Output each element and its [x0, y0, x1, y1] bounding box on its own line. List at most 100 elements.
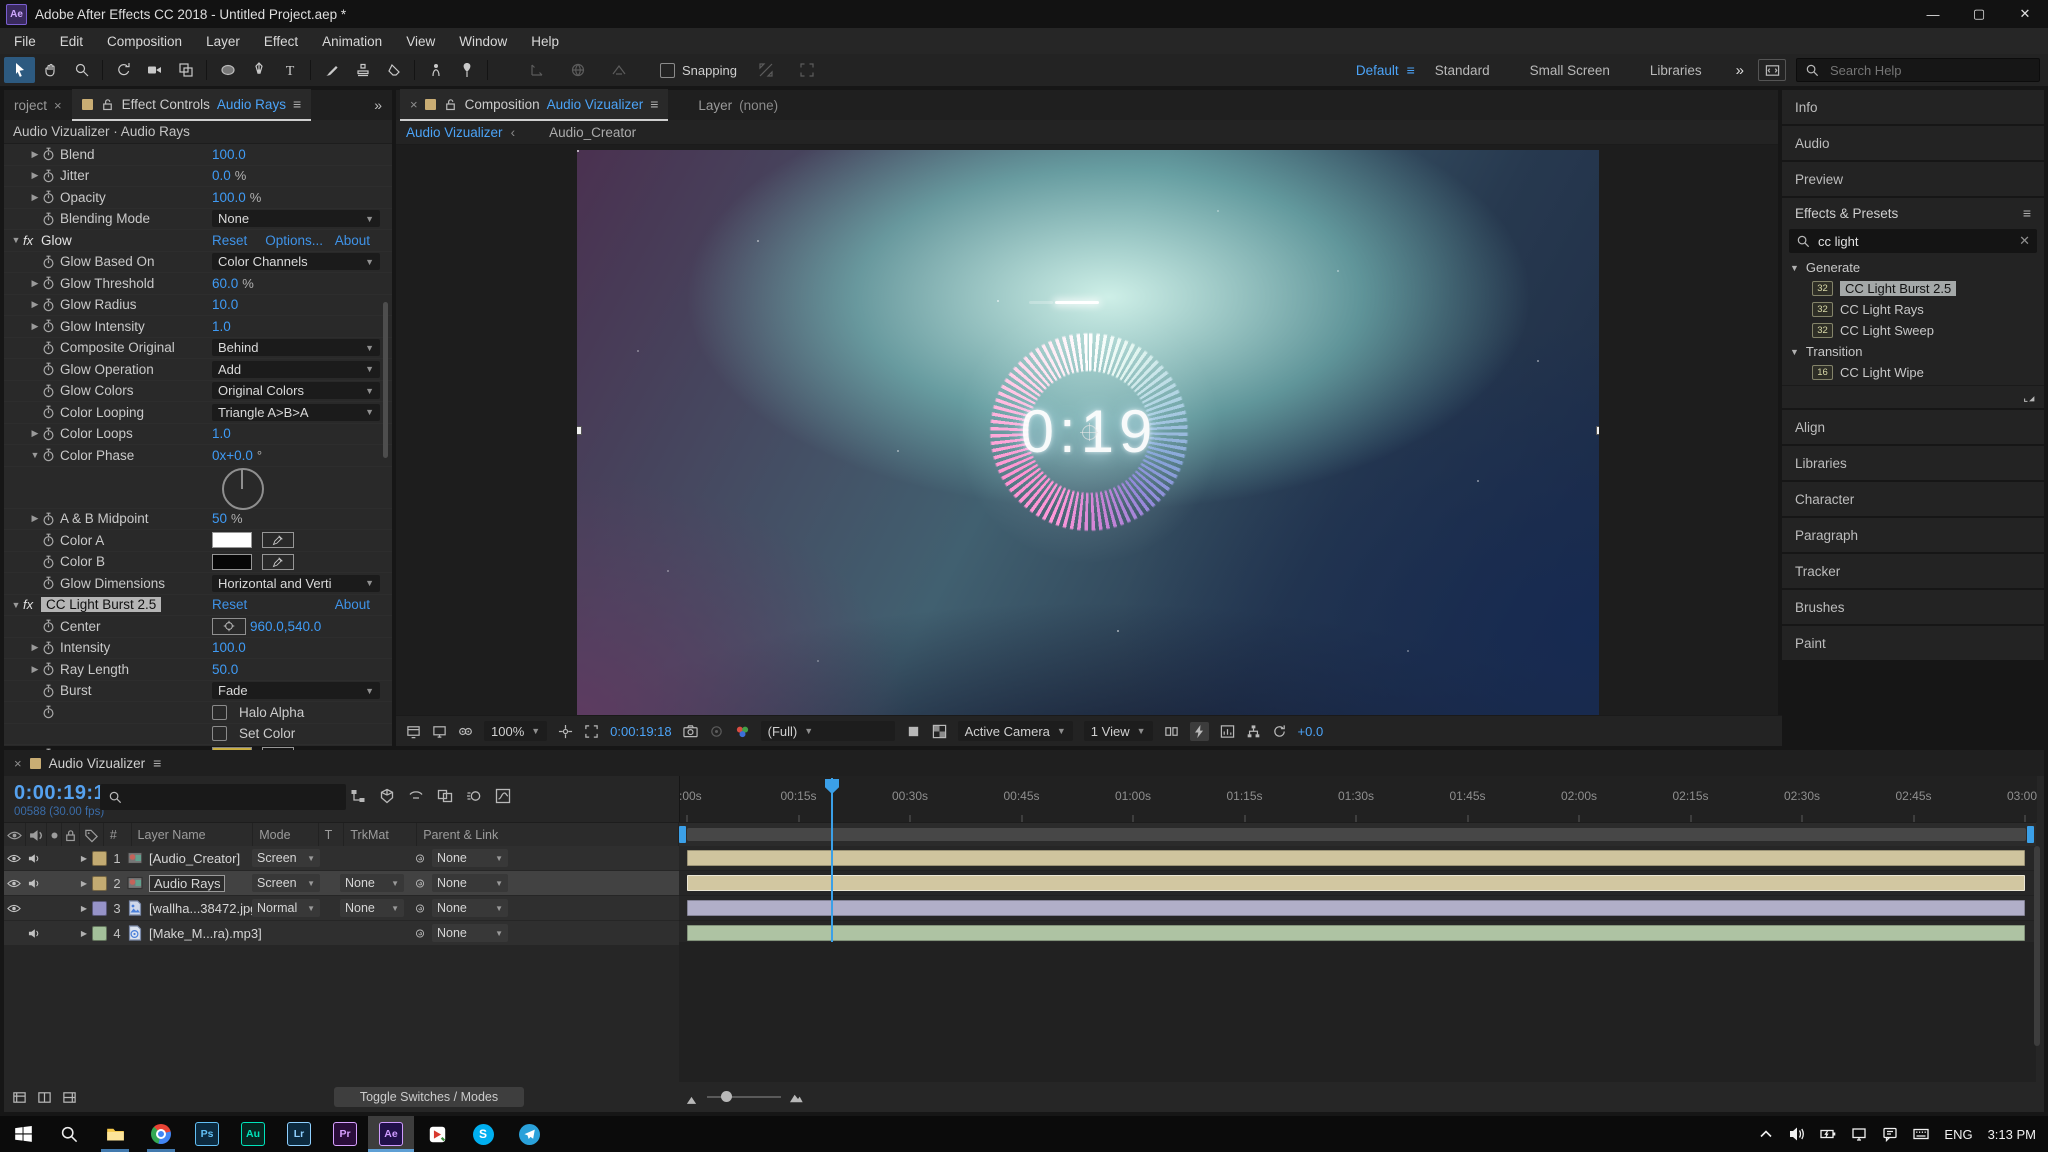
expander-down-icon[interactable]: ▼ — [9, 235, 23, 245]
transparency-grid-icon[interactable] — [932, 724, 947, 739]
column-lock[interactable] — [62, 823, 80, 847]
stopwatch-icon[interactable] — [42, 341, 60, 355]
expander-right-icon[interactable]: ▶ — [28, 642, 42, 653]
value-text[interactable]: 0.0 — [212, 168, 231, 183]
column-layer-name[interactable]: Layer Name — [132, 823, 254, 847]
panel-tab-paint[interactable]: Paint — [1782, 626, 2044, 660]
preset-label[interactable]: CC Light Sweep — [1840, 323, 1934, 338]
value-text[interactable]: 60.0 — [212, 276, 238, 291]
preview-time[interactable]: 0:00:19:18 — [610, 724, 671, 739]
layer-row-1[interactable]: ▶1[Audio_Creator]Screen▼None▼ — [4, 846, 679, 871]
panel-menu-icon[interactable]: ≡ — [153, 755, 161, 771]
parent-pickwhip-icon[interactable] — [410, 878, 430, 889]
column-t[interactable]: T — [319, 823, 345, 847]
dropdown-glow-colors[interactable]: Original Colors▼ — [212, 382, 380, 399]
time-ruler[interactable]: 0:00s00:15s00:30s00:45s01:00s01:15s01:30… — [679, 776, 2037, 822]
panel-tab-character[interactable]: Character — [1782, 482, 2044, 516]
column-video[interactable] — [4, 823, 26, 847]
preset-item[interactable]: 32CC Light Burst 2.5 — [1782, 278, 2044, 299]
value-text[interactable]: 10.0 — [212, 297, 238, 312]
type-tool[interactable]: T — [274, 57, 305, 83]
layer-visibility-toggle[interactable] — [4, 903, 24, 914]
point-control-icon[interactable] — [212, 618, 246, 635]
selection-handle-left[interactable] — [577, 426, 582, 435]
panel-tab-tracker[interactable]: Tracker — [1782, 554, 2044, 588]
menu-effect[interactable]: Effect — [252, 34, 310, 49]
menu-file[interactable]: File — [2, 34, 48, 49]
layer-name[interactable]: [wallha...38472.jpg] — [149, 901, 261, 916]
tab-overflow-chevron[interactable]: » — [374, 97, 392, 113]
layer-duration-bar[interactable] — [687, 850, 2025, 866]
taskbar-chrome[interactable] — [138, 1116, 184, 1152]
value-text[interactable]: 100.0 — [212, 147, 246, 162]
layer-duration-bar[interactable] — [687, 900, 2025, 916]
taskbar-photoshop[interactable]: Ps — [184, 1116, 230, 1152]
expander-right-icon[interactable]: ▶ — [28, 513, 42, 524]
expander-right-icon[interactable]: ▶ — [28, 428, 42, 439]
taskbar-search[interactable] — [46, 1116, 92, 1152]
zoom-out-mountain-icon[interactable] — [684, 1090, 699, 1105]
menu-view[interactable]: View — [394, 34, 447, 49]
work-area-end-handle[interactable] — [2027, 826, 2034, 843]
tray-chevron-up-icon[interactable] — [1758, 1126, 1774, 1142]
expander-down-icon[interactable]: ▼ — [9, 600, 23, 610]
preset-group-generate[interactable]: ▼Generate — [1782, 257, 2044, 278]
taskbar-after-effects[interactable]: Ae — [368, 1116, 414, 1152]
selection-tool[interactable] — [4, 57, 35, 83]
view-axis-mode-icon[interactable] — [603, 57, 634, 83]
layer-trkmat-select[interactable]: None▼ — [340, 899, 404, 917]
preset-item[interactable]: 16CC Light Wipe — [1782, 362, 2044, 383]
stopwatch-icon[interactable] — [42, 684, 60, 698]
parent-pickwhip-icon[interactable] — [410, 928, 430, 939]
stopwatch-icon[interactable] — [42, 662, 60, 676]
stopwatch-icon[interactable] — [42, 319, 60, 333]
work-area-bar[interactable] — [687, 828, 2026, 841]
layer-expander-icon[interactable]: ▶ — [76, 904, 92, 913]
stopwatch-icon[interactable] — [42, 619, 60, 633]
dropdown-color-looping[interactable]: Triangle A>B>A▼ — [212, 404, 380, 421]
value-text[interactable]: 1.0 — [212, 426, 231, 441]
volume-icon[interactable] — [1789, 1126, 1805, 1142]
dropdown-glow-dimensions[interactable]: Horizontal and Verti▼ — [212, 575, 380, 592]
preset-label[interactable]: CC Light Rays — [1840, 302, 1924, 317]
preset-label[interactable]: CC Light Wipe — [1840, 365, 1924, 380]
preset-item[interactable]: 32CC Light Sweep — [1782, 320, 2044, 341]
panel-menu-icon[interactable]: ≡ — [293, 96, 301, 112]
layer-expander-icon[interactable]: ▶ — [76, 879, 92, 888]
stopwatch-icon[interactable] — [42, 276, 60, 290]
language-indicator[interactable]: ENG — [1944, 1127, 1972, 1142]
taskbar-telegram[interactable] — [506, 1116, 552, 1152]
stopwatch-icon[interactable] — [42, 190, 60, 204]
selection-handle-right[interactable] — [1596, 426, 1599, 435]
zoom-tool[interactable] — [66, 57, 97, 83]
zoom-in-mountain-icon[interactable] — [789, 1090, 804, 1105]
comp-nav-active[interactable]: Audio Vizualizer ‹ — [396, 125, 525, 140]
panel-tab-paragraph[interactable]: Paragraph — [1782, 518, 2044, 552]
toggle-switches-modes-button[interactable]: Toggle Switches / Modes — [334, 1087, 524, 1107]
local-axis-mode-icon[interactable] — [521, 57, 552, 83]
workspace-menu-icon[interactable]: ≡ — [1407, 62, 1415, 78]
preset-item[interactable]: 32CC Light Rays — [1782, 299, 2044, 320]
search-help-input[interactable] — [1828, 62, 2012, 79]
menu-layer[interactable]: Layer — [194, 34, 252, 49]
value-text[interactable]: 0x+0.0 — [212, 448, 253, 463]
unlock-icon[interactable] — [100, 97, 115, 112]
tab-composition[interactable]: × Composition Audio Vizualizer ≡ — [400, 89, 668, 121]
composition-view[interactable]: 0:19 — [577, 150, 1599, 716]
dropdown-glow-operation[interactable]: Add▼ — [212, 361, 380, 378]
expander-right-icon[interactable]: ▶ — [28, 664, 42, 675]
layer-row-2[interactable]: ▶2Audio RaysScreen▼None▼None▼ — [4, 871, 679, 896]
stopwatch-icon[interactable] — [42, 362, 60, 376]
layer-anchor-point[interactable] — [1082, 425, 1097, 440]
eyedropper-icon[interactable] — [262, 532, 294, 548]
layer-label-swatch[interactable] — [92, 876, 107, 891]
search-help-box[interactable] — [1796, 58, 2040, 82]
value-text[interactable]: 50 — [212, 511, 227, 526]
stopwatch-icon[interactable] — [42, 255, 60, 269]
layer-visibility-toggle[interactable] — [4, 853, 24, 864]
preset-label[interactable]: CC Light Burst 2.5 — [1840, 281, 1956, 296]
layer-expander-icon[interactable]: ▶ — [76, 854, 92, 863]
column-solo[interactable] — [47, 823, 62, 847]
taskbar-audition[interactable]: Au — [230, 1116, 276, 1152]
shy-layers-icon[interactable] — [408, 788, 424, 804]
